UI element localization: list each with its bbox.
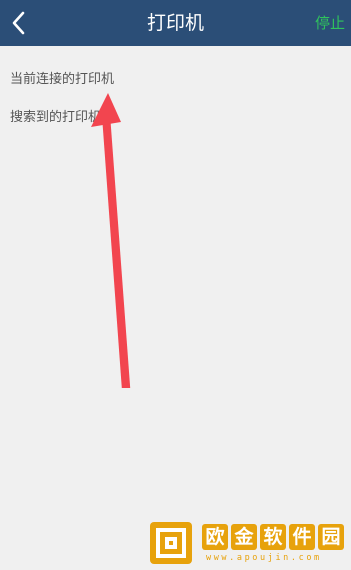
app-header: 打印机 停止: [0, 0, 351, 46]
watermark-char: 金: [231, 524, 257, 550]
page-title: 打印机: [146, 12, 204, 34]
watermark-char: 件: [289, 524, 315, 550]
watermark: 欧 金 软 件 园 www.apoujin.com: [150, 522, 348, 566]
watermark-char: 园: [318, 524, 344, 550]
connected-printer-label: 当前连接的打印机: [10, 72, 115, 87]
stop-button[interactable]: 停止: [315, 0, 345, 46]
watermark-char: 欧: [202, 524, 228, 550]
found-printers-label: 搜索到的打印机: [10, 110, 102, 125]
watermark-char: 软: [260, 524, 286, 550]
apoujin-logo-icon: [150, 522, 192, 564]
watermark-url: www.apoujin.com: [206, 553, 322, 563]
